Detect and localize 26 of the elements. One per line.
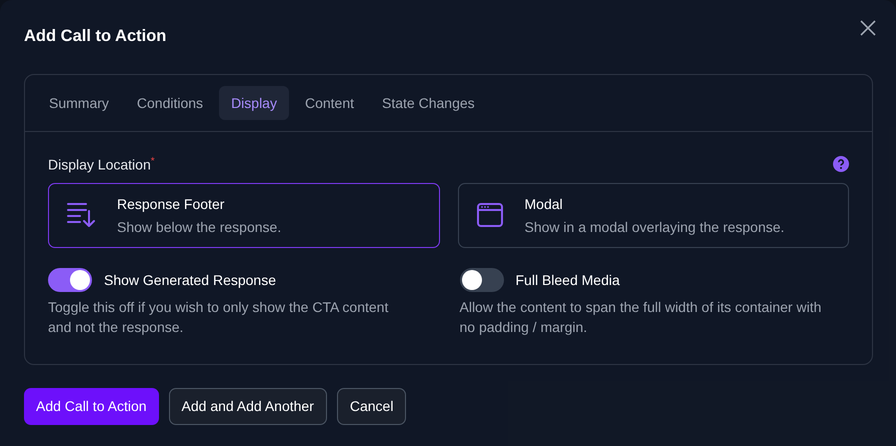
secondary-button[interactable]: Add and Add Another: [168, 388, 327, 425]
toggle-label: Show Generated Response: [104, 272, 276, 288]
tab[interactable]: Conditions: [124, 86, 216, 120]
secondary-button[interactable]: Cancel: [336, 388, 406, 425]
toggle-switch[interactable]: [460, 268, 504, 292]
tab[interactable]: Content: [292, 86, 366, 120]
tab[interactable]: Display: [219, 86, 289, 120]
option-title: Response Footer: [117, 196, 226, 212]
tab[interactable]: Summary: [37, 86, 121, 120]
help-icon[interactable]: [833, 156, 849, 172]
toggle-switch[interactable]: [48, 268, 92, 292]
option-description: Show in a modal overlaying the response.: [524, 218, 784, 235]
field-label: Display Location$^{*}$: [48, 156, 155, 173]
option-description: Show below the response.: [117, 218, 282, 235]
close-icon[interactable]: [860, 20, 876, 36]
dialog-title: Add Call to Action: [24, 26, 166, 46]
toggle-label: Full Bleed Media: [516, 272, 620, 288]
window-icon: [476, 203, 502, 228]
option-card[interactable]: Modal Show in a modal overlaying the response.: [458, 182, 849, 248]
tab[interactable]: State Changes: [370, 86, 487, 120]
toggle-description: Toggle this off if you wish to only show the CTA content and not the response.: [48, 298, 390, 337]
list-down-arrow-icon: [67, 202, 95, 228]
option-card[interactable]: Response Footer Show below the response.: [48, 182, 440, 248]
option-title: Modal: [524, 196, 564, 212]
primary-button[interactable]: Add Call to Action: [24, 388, 159, 425]
toggle-description: Allow the content to span the full width of its container with no padding / margin.: [460, 298, 822, 337]
